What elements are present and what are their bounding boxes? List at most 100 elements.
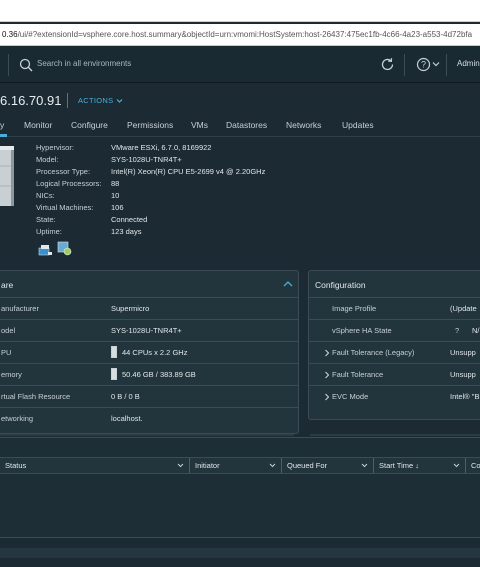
tab-monitor[interactable]: Monitor	[24, 120, 52, 130]
config-label: Fault Tolerance (Legacy)	[332, 348, 415, 357]
hardware-value: 44 CPUs x 2.2 GHz	[122, 348, 188, 357]
summary-row: Virtual Machines: 106	[36, 203, 336, 214]
summary-label: NICs:	[36, 191, 55, 200]
column-completion[interactable]: Co	[466, 458, 480, 473]
summary-label: State:	[36, 215, 56, 224]
hardware-value: SYS-1028U-TNR4T+	[111, 326, 182, 335]
host-settings-icon[interactable]	[57, 241, 72, 256]
tab-configure[interactable]: Configure	[71, 120, 108, 130]
column-label: Status	[5, 461, 27, 470]
summary-value: 88	[111, 179, 120, 188]
summary-value: Intel(R) Xeon(R) CPU E5-2699 v4 @ 2.20GH…	[111, 167, 266, 176]
tab-bar: y Monitor Configure Permissions VMs Data…	[0, 115, 480, 137]
hardware-row-memory: emory 50.46 GB / 383.89 GB	[0, 364, 298, 386]
hardware-row-flash: rtual Flash Resource 0 B / 0 B	[0, 386, 298, 408]
summary-value: SYS-1028U-TNR4T+	[111, 155, 182, 164]
panel-header: are	[0, 271, 298, 298]
recent-tasks-pane: Status Initiator Queued For Start Time ↓…	[0, 437, 480, 537]
summary-value: 10	[111, 191, 120, 200]
chevron-right-icon[interactable]	[324, 371, 330, 379]
column-start-time[interactable]: Start Time ↓	[374, 458, 466, 473]
tab-vms[interactable]: VMs	[191, 120, 208, 130]
chevron-up-icon[interactable]	[283, 280, 293, 288]
footer-bar	[0, 548, 480, 558]
summary-row: Logical Processors: 88	[36, 179, 336, 190]
hardware-value: 50.46 GB / 383.89 GB	[122, 370, 196, 379]
column-label: Initiator	[195, 461, 220, 470]
hardware-label: anufacturer	[1, 304, 39, 313]
filter-chevron-icon[interactable]	[453, 462, 460, 469]
config-row-evc[interactable]: EVC Mode Intel® "B	[309, 386, 480, 408]
config-row-image-profile: Image Profile (Update	[309, 298, 480, 320]
vm-console-icon[interactable]	[38, 244, 52, 256]
chevron-right-icon[interactable]	[324, 349, 330, 357]
config-label: EVC Mode	[332, 392, 369, 401]
summary-label: Logical Processors:	[36, 179, 102, 188]
column-label: Queued For	[287, 461, 328, 470]
config-value: (Update	[450, 304, 477, 313]
page-title: 6.16.70.91	[0, 93, 62, 108]
summary-row: State: Connected	[36, 215, 336, 226]
summary-row: Hypervisor: VMware ESXi, 6.7.0, 8169922	[36, 143, 336, 154]
summary-value: VMware ESXi, 6.7.0, 8169922	[111, 143, 212, 152]
filter-chevron-icon[interactable]	[177, 462, 184, 469]
config-value: Unsupp	[450, 348, 476, 357]
config-value: Unsupp	[450, 370, 476, 379]
filter-chevron-icon[interactable]	[361, 462, 368, 469]
summary-value: 106	[111, 203, 124, 212]
search-input[interactable]: Search in all environments	[37, 59, 131, 68]
summary-row: Processor Type: Intel(R) Xeon(R) CPU E5-…	[36, 167, 336, 178]
hardware-row-model: odel SYS-1028U-TNR4T+	[0, 320, 298, 342]
summary-row: Model: SYS-1028U-TNR4T+	[36, 155, 336, 166]
filter-chevron-icon[interactable]	[269, 462, 276, 469]
panel-header: Configuration	[309, 271, 480, 298]
hardware-label: PU	[1, 348, 12, 357]
tab-updates[interactable]: Updates	[342, 120, 374, 130]
column-queued-for[interactable]: Queued For	[282, 458, 374, 473]
tab-summary[interactable]: y	[0, 120, 4, 130]
help-icon[interactable]: ?	[416, 57, 431, 72]
tab-datastores[interactable]: Datastores	[226, 120, 267, 130]
search-icon[interactable]	[19, 58, 33, 72]
actions-button[interactable]: ACTIONS	[78, 96, 123, 105]
hardware-row-networking: etworking localhost.	[0, 408, 298, 430]
hardware-label: rtual Flash Resource	[1, 392, 71, 401]
browser-tab-strip	[0, 0, 480, 22]
hardware-value: localhost.	[111, 414, 143, 423]
config-row-ha-state: vSphere HA State ? N/	[309, 320, 480, 342]
chevron-down-icon[interactable]	[432, 60, 440, 68]
header-divider	[404, 54, 405, 76]
address-bar[interactable]: 0.36/ui/#?extensionId=vsphere.core.host.…	[0, 24, 480, 46]
config-value: Intel® "B	[450, 392, 480, 401]
hardware-label: emory	[1, 370, 22, 379]
header-divider	[446, 54, 447, 76]
hardware-panel: are anufacturer Supermicro odel SYS-1028…	[0, 270, 299, 434]
url-path: /ui/#?extensionId=vsphere.core.host.summ…	[17, 30, 473, 39]
summary-label: Model:	[36, 155, 59, 164]
config-label: Image Profile	[332, 304, 377, 313]
cpu-usage-meter	[111, 346, 117, 358]
tab-permissions[interactable]: Permissions	[127, 120, 173, 130]
user-menu[interactable]: Admin	[457, 59, 480, 68]
server-icon	[0, 146, 14, 206]
app-header: Search in all environments ? Admin	[0, 47, 480, 83]
summary-value: Connected	[111, 215, 148, 224]
configuration-panel: Configuration Image Profile (Update vSph…	[308, 270, 480, 420]
refresh-icon[interactable]	[380, 57, 395, 72]
summary-label: Processor Type:	[36, 167, 91, 176]
config-row-ft-legacy[interactable]: Fault Tolerance (Legacy) Unsupp	[309, 342, 480, 364]
url-host: 0.36	[2, 30, 18, 39]
column-status[interactable]: Status	[0, 458, 190, 473]
hardware-value: 0 B / 0 B	[111, 392, 140, 401]
hardware-row-manufacturer: anufacturer Supermicro	[0, 298, 298, 320]
title-divider	[67, 93, 68, 108]
summary-label: Uptime:	[36, 227, 62, 236]
memory-usage-meter	[111, 368, 117, 380]
tab-networks[interactable]: Networks	[286, 120, 321, 130]
tasks-table-header: Status Initiator Queued For Start Time ↓…	[0, 457, 480, 474]
help-icon[interactable]: ?	[455, 326, 459, 335]
chevron-right-icon[interactable]	[324, 393, 330, 401]
config-row-ft[interactable]: Fault Tolerance Unsupp	[309, 364, 480, 386]
hardware-value: Supermicro	[111, 304, 150, 313]
column-initiator[interactable]: Initiator	[190, 458, 282, 473]
